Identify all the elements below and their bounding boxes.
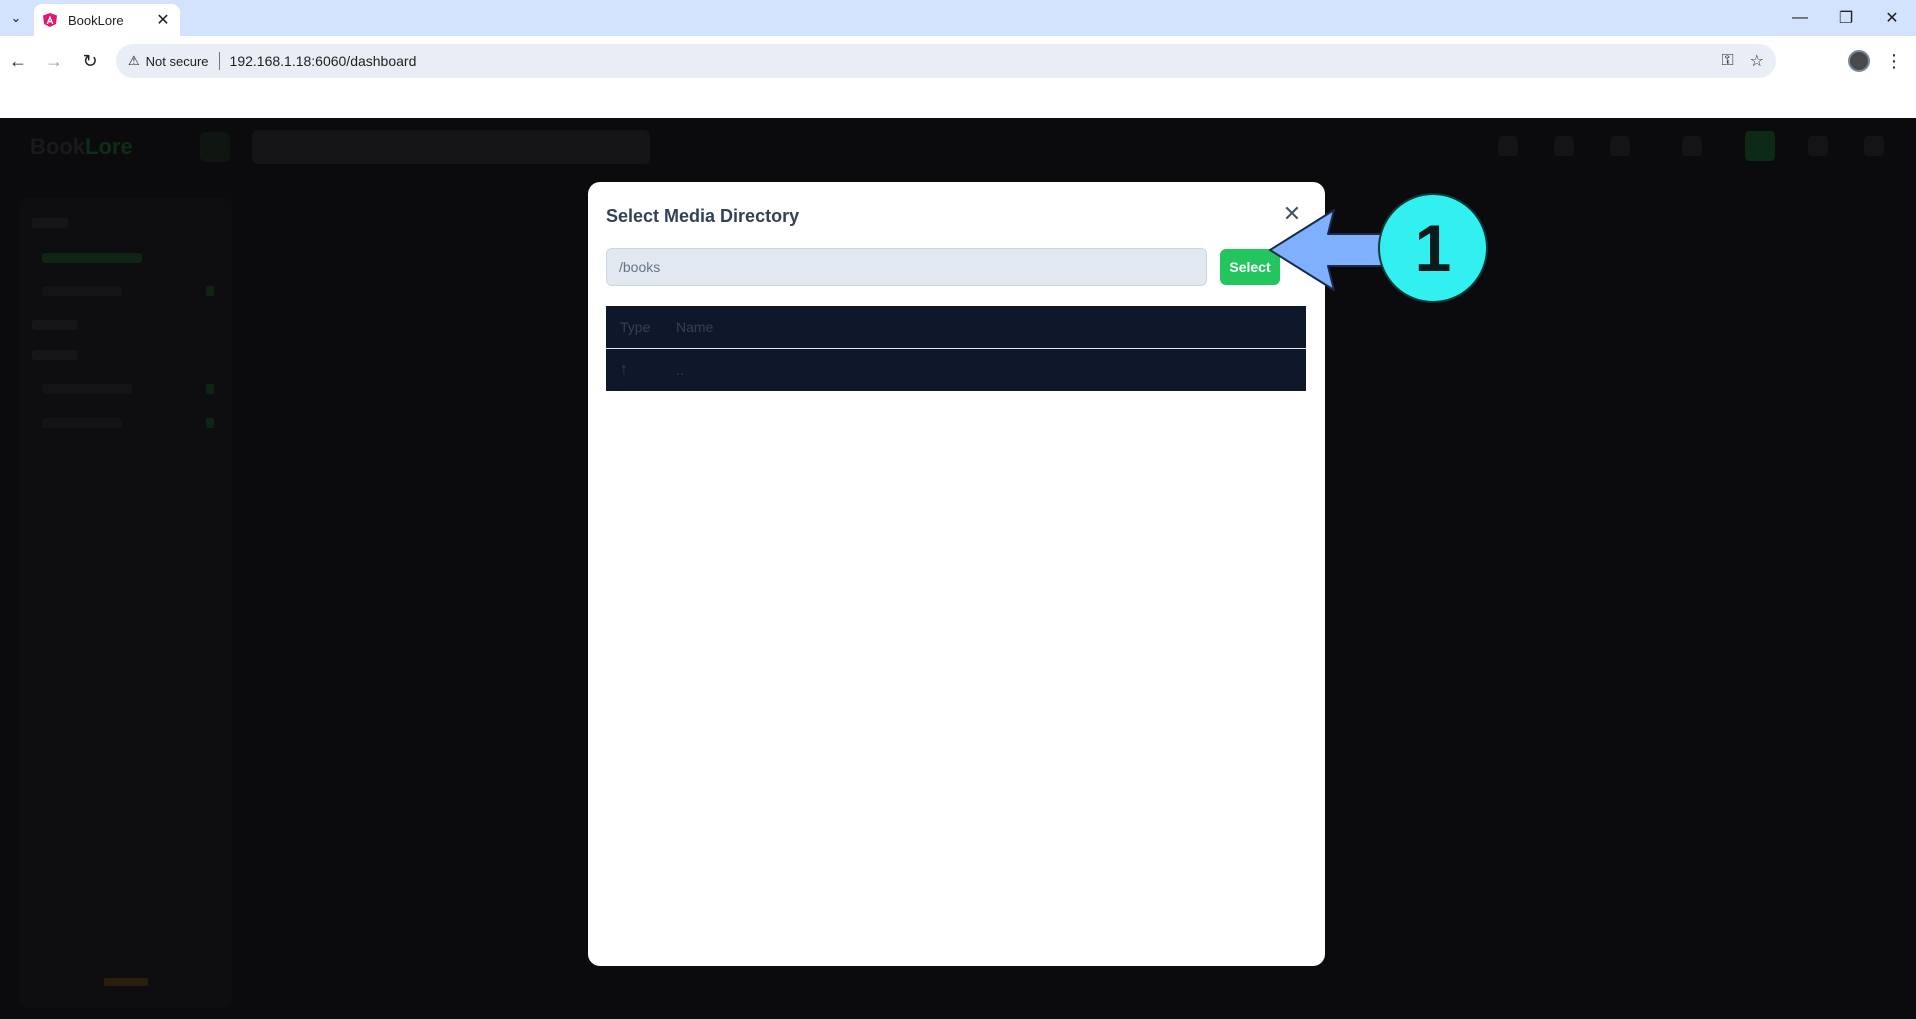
sidebar-section-label — [32, 320, 78, 330]
step-badge: 1 — [1378, 193, 1488, 303]
sidebar-section-label — [32, 350, 78, 360]
sidebar-item[interactable] — [42, 253, 142, 263]
browser-tab[interactable]: BookLore ✕ — [34, 4, 180, 36]
back-arrow-icon[interactable]: ← — [2, 45, 34, 77]
sidebar-item[interactable] — [42, 384, 132, 394]
sidebar-badge — [206, 286, 214, 296]
table-row[interactable]: ↑ .. — [606, 349, 1306, 391]
topbar-icon-5[interactable] — [1808, 136, 1828, 156]
topbar-icon-1[interactable] — [1498, 136, 1518, 156]
row-name: .. — [676, 362, 684, 378]
close-window-icon[interactable]: ✕ — [1872, 4, 1912, 32]
sidebar-badge — [206, 384, 214, 394]
topbar-icon-green[interactable] — [1745, 131, 1775, 161]
kebab-menu-icon[interactable]: ⋮ — [1880, 45, 1908, 77]
key-icon[interactable]: ⚿ — [1721, 52, 1733, 70]
warning-icon: ⚠ — [128, 53, 140, 68]
address-bar[interactable]: ⚠ Not secure 192.168.1.18:6060/dashboard… — [116, 44, 1776, 78]
directory-table: Type Name ↑ .. — [606, 306, 1306, 391]
url-text[interactable]: 192.168.1.18:6060/dashboard — [230, 53, 1706, 69]
forward-arrow-icon[interactable]: → — [38, 45, 70, 77]
profile-avatar[interactable] — [1848, 50, 1870, 72]
logo-accent: Lore — [85, 134, 133, 159]
column-header-name: Name — [676, 319, 714, 335]
app-sidebar — [20, 198, 232, 1008]
tab-strip: ⌄ BookLore ✕ — ❐ ✕ — [0, 0, 1916, 36]
reload-icon[interactable]: ↻ — [74, 45, 106, 77]
sidebar-section-label — [32, 218, 68, 228]
minimize-icon[interactable]: — — [1780, 4, 1820, 32]
sidebar-item[interactable] — [42, 418, 122, 428]
directory-path-input[interactable] — [606, 248, 1207, 286]
security-label[interactable]: Not secure — [146, 54, 209, 69]
select-media-directory-dialog: Select Media Directory ✕ Select Type Nam… — [588, 182, 1325, 966]
table-header: Type Name — [606, 306, 1306, 349]
star-icon[interactable]: ☆ — [1750, 51, 1764, 71]
topbar-icon-2[interactable] — [1554, 136, 1574, 156]
app-topbar: BookLore — [0, 118, 1916, 174]
close-icon[interactable]: ✕ — [154, 10, 172, 30]
browser-toolbar: ← → ↻ ⚠ Not secure 192.168.1.18:6060/das… — [0, 36, 1916, 86]
topbar-icon-6[interactable] — [1864, 136, 1884, 156]
angular-favicon-icon — [43, 13, 57, 27]
topbar-icon-3[interactable] — [1610, 136, 1630, 156]
logo-text: Book — [30, 134, 85, 159]
dialog-title: Select Media Directory — [606, 206, 800, 226]
omnibox-divider — [218, 52, 220, 70]
sidebar-item[interactable] — [42, 286, 122, 296]
up-arrow-icon: ↑ — [620, 361, 628, 378]
tab-title: BookLore — [68, 12, 124, 28]
column-header-type: Type — [620, 319, 651, 335]
app-search-input[interactable] — [252, 130, 650, 164]
app-logo: BookLore — [30, 134, 133, 160]
browser-chrome: ⌄ BookLore ✕ — ❐ ✕ ← → ↻ ⚠ Not secure 19… — [0, 0, 1916, 118]
tab-list-icon[interactable]: ⌄ — [4, 6, 28, 30]
restore-icon[interactable]: ❐ — [1826, 4, 1866, 32]
menu-toggle-button[interactable] — [200, 132, 230, 162]
sidebar-footer — [104, 978, 148, 986]
sidebar-badge — [206, 418, 214, 428]
topbar-icon-4[interactable] — [1682, 136, 1702, 156]
